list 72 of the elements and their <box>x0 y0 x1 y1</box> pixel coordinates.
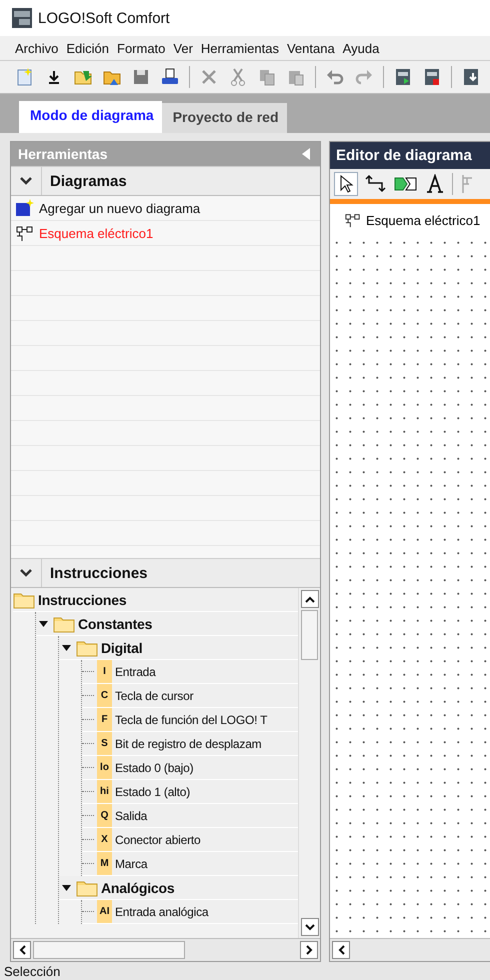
mode-tab[interactable]: Modo de diagrama <box>19 101 162 133</box>
block-badge: hi <box>97 780 112 803</box>
menu-item[interactable]: Ayuda <box>342 40 380 56</box>
window-title: LOGO!Soft Comfort <box>38 10 170 26</box>
scroll-down-icon[interactable] <box>304 924 314 930</box>
mode-tab[interactable]: Proyecto de red <box>162 103 287 133</box>
editor-title: Editor de diagrama <box>336 147 472 164</box>
print-icon[interactable] <box>160 67 180 87</box>
folder-icon <box>76 638 98 656</box>
diagram-item[interactable]: Esquema eléctrico1 <box>39 226 154 240</box>
run-icon[interactable] <box>393 67 413 87</box>
tree-item[interactable]: Salida <box>115 808 148 822</box>
scroll-up-icon[interactable] <box>304 596 314 602</box>
circuit-diagram-icon <box>344 212 362 228</box>
tree-folder[interactable]: Analógicos <box>101 880 174 896</box>
tree-item[interactable]: Entrada analógica <box>115 904 208 918</box>
app-logo-icon <box>12 8 32 28</box>
tree-item[interactable]: Tecla de función del LOGO! T <box>115 712 268 726</box>
folder-icon <box>53 614 75 632</box>
block-badge: X <box>97 828 112 851</box>
add-diagram-icon <box>15 199 35 217</box>
block-tool-icon[interactable] <box>394 175 418 193</box>
scroll-right-icon[interactable] <box>306 945 312 955</box>
menu-item[interactable]: Formato <box>117 40 166 56</box>
horizontal-scrollbar[interactable] <box>11 938 320 961</box>
block-badge: S <box>97 732 112 755</box>
tree-item[interactable]: Bit de registro de desplazam <box>115 736 262 750</box>
diagram-item[interactable]: Agregar un nuevo diagrama <box>39 200 200 216</box>
scroll-thumb[interactable] <box>301 610 318 660</box>
collapse-icon[interactable] <box>59 644 73 650</box>
tree-folder[interactable]: Constantes <box>78 616 152 632</box>
horizontal-scrollbar[interactable] <box>330 938 490 961</box>
menu-item[interactable]: Ventana <box>286 40 335 56</box>
tree-item[interactable]: Entrada <box>115 664 156 678</box>
transfer-icon[interactable] <box>461 67 481 87</box>
scroll-thumb[interactable] <box>33 941 185 959</box>
block-badge: F <box>97 708 112 731</box>
menu-item[interactable]: Archivo <box>15 40 58 56</box>
text-tool-icon[interactable] <box>425 174 445 194</box>
block-badge: Q <box>97 804 112 827</box>
tree-item[interactable]: Tecla de cursor <box>115 688 194 702</box>
block-badge: I <box>97 660 112 683</box>
tree-item[interactable]: Estado 1 (alto) <box>115 784 190 798</box>
menu-item[interactable]: Ver <box>173 40 193 56</box>
collapse-icon[interactable] <box>36 620 50 626</box>
menu-item[interactable]: Edición <box>66 40 109 56</box>
collapse-panel-icon[interactable] <box>302 148 310 160</box>
connect-tool-icon[interactable] <box>365 174 387 194</box>
block-badge: M <box>97 852 112 875</box>
scroll-left-icon[interactable] <box>18 945 26 955</box>
block-badge: AI <box>97 900 112 923</box>
tree-folder[interactable]: Instrucciones <box>38 592 126 608</box>
tree-folder[interactable]: Digital <box>101 640 142 656</box>
vertical-scrollbar[interactable] <box>298 588 320 938</box>
menu-item[interactable]: Herramientas <box>200 40 279 56</box>
section-title: Instrucciones <box>49 564 148 582</box>
block-badge: lo <box>97 756 112 779</box>
folder-icon <box>76 878 98 896</box>
tree-item[interactable]: Conector abierto <box>115 832 201 846</box>
block-badge: C <box>97 684 112 707</box>
section-title: Diagramas <box>49 172 127 190</box>
panel-title: Herramientas <box>18 146 108 162</box>
circuit-diagram-icon <box>15 224 35 242</box>
tree-item[interactable]: Estado 0 (bajo) <box>115 760 194 774</box>
selection-tool-button[interactable] <box>334 172 358 196</box>
stop-icon[interactable] <box>422 67 442 87</box>
status-text: Selección <box>4 964 60 978</box>
folder-icon <box>13 590 35 608</box>
scroll-left-icon[interactable] <box>338 945 344 955</box>
tree-item[interactable]: Marca <box>115 856 148 870</box>
save-icon[interactable] <box>131 67 151 87</box>
collapse-icon[interactable] <box>59 884 73 890</box>
